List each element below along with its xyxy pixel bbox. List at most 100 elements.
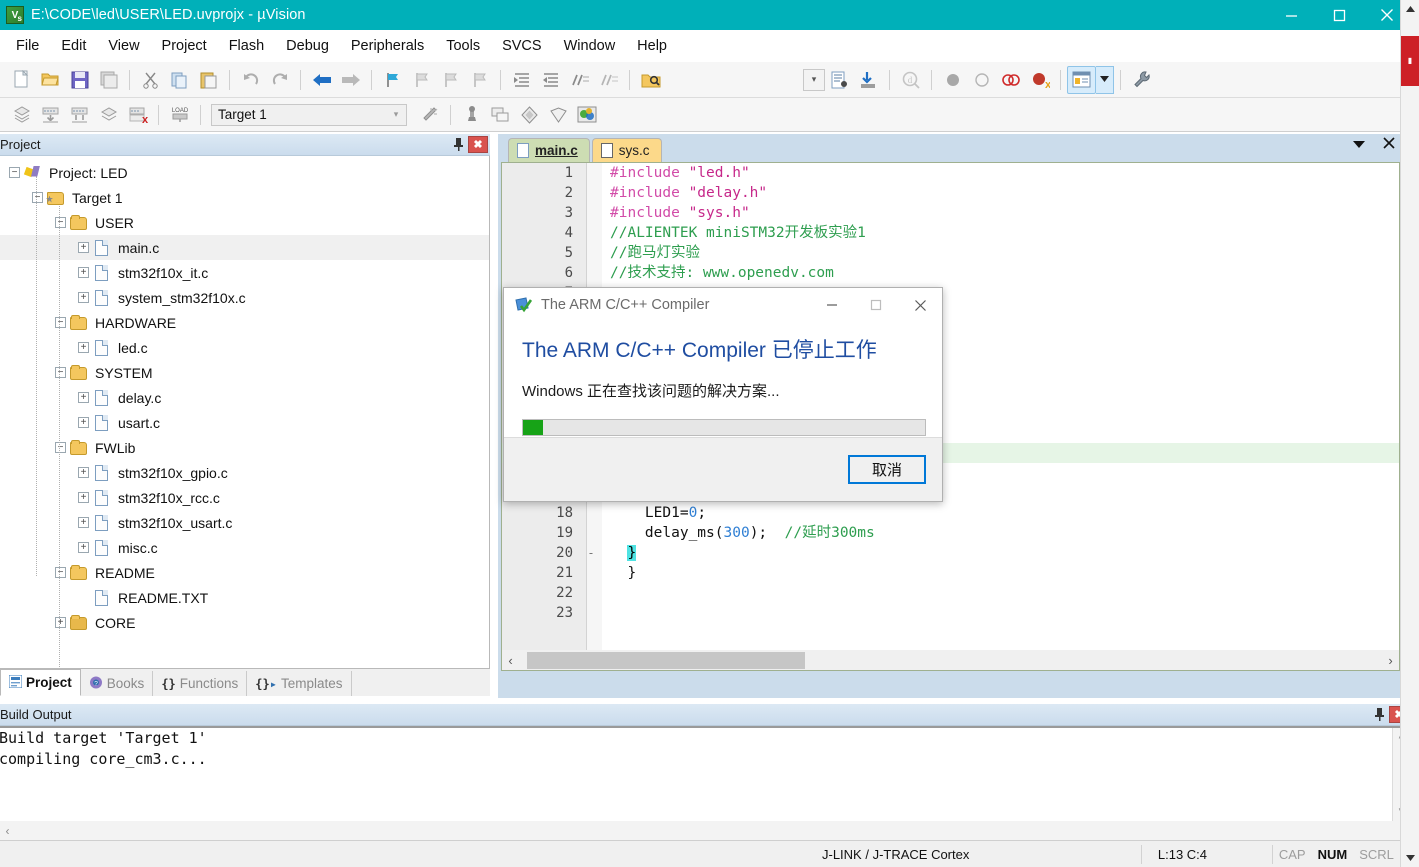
menu-peripherals[interactable]: Peripherals — [340, 34, 435, 58]
scroll-thumb[interactable]: ▮ — [1401, 36, 1419, 86]
translate-icon[interactable] — [7, 101, 36, 129]
build-output-horizontal-scrollbar[interactable]: ‹ › — [0, 821, 1411, 840]
bookmark-prev-icon[interactable] — [407, 66, 436, 94]
editor-close-icon[interactable] — [1381, 137, 1397, 152]
tree-row-file-usart-c[interactable]: + usart.c — [0, 410, 489, 435]
tab-list-dropdown-icon[interactable] — [1351, 137, 1367, 152]
menu-window[interactable]: Window — [553, 34, 627, 58]
cut-icon[interactable] — [136, 66, 165, 94]
scroll-track[interactable] — [519, 651, 1382, 670]
tab-books[interactable]: ? Books — [81, 671, 154, 696]
project-panel-close-button[interactable]: ✖ — [468, 136, 488, 153]
options-for-target-icon[interactable] — [457, 101, 486, 129]
scroll-left-icon[interactable]: ‹ — [0, 824, 16, 838]
expander-icon[interactable]: + — [78, 342, 89, 353]
breakpoint-set-icon[interactable] — [938, 66, 967, 94]
expander-icon[interactable]: − — [55, 567, 66, 578]
menu-flash[interactable]: Flash — [218, 34, 275, 58]
editor-tab-sys-c[interactable]: sys.c — [591, 138, 662, 162]
open-file-icon[interactable] — [36, 66, 65, 94]
tree-row-group-user[interactable]: − USER — [0, 210, 489, 235]
new-file-icon[interactable] — [7, 66, 36, 94]
tree-row-file-led-c[interactable]: + led.c — [0, 335, 489, 360]
download-icon[interactable] — [854, 66, 883, 94]
expander-icon[interactable]: − — [32, 192, 43, 203]
editor-tab-main-c[interactable]: main.c — [508, 138, 590, 162]
tree-row-group-fwlib[interactable]: − FWLib — [0, 435, 489, 460]
fold-marker[interactable]: - — [580, 543, 602, 563]
tab-functions[interactable]: {} Functions — [153, 671, 248, 696]
expander-icon[interactable]: − — [55, 317, 66, 328]
manage-project-items-icon[interactable] — [486, 101, 515, 129]
tree-row-group-readme[interactable]: − README — [0, 560, 489, 585]
rebuild-icon[interactable] — [65, 101, 94, 129]
menu-view[interactable]: View — [97, 34, 150, 58]
tab-project[interactable]: Project — [0, 669, 81, 696]
tree-row-target[interactable]: − Target 1 — [0, 185, 489, 210]
expander-icon[interactable]: + — [78, 467, 89, 478]
tree-row-file-misc-c[interactable]: + misc.c — [0, 535, 489, 560]
menu-edit[interactable]: Edit — [50, 34, 97, 58]
scroll-up-icon[interactable] — [1401, 0, 1419, 18]
multi-project-icon[interactable] — [573, 101, 602, 129]
expander-icon[interactable]: + — [78, 267, 89, 278]
download-load-icon[interactable]: LOAD — [165, 101, 194, 129]
project-tree[interactable]: − Project: LED − Target 1 − USER + main.… — [0, 156, 490, 668]
expander-icon[interactable]: + — [78, 517, 89, 528]
tree-row-file-stm32f10x-it-c[interactable]: + stm32f10x_it.c — [0, 260, 489, 285]
menu-debug[interactable]: Debug — [275, 34, 340, 58]
tree-row-project[interactable]: − Project: LED — [0, 160, 489, 185]
save-icon[interactable] — [65, 66, 94, 94]
navigate-back-icon[interactable] — [307, 66, 336, 94]
toolbar-dropdown-icon[interactable]: ▾ — [803, 68, 825, 91]
debug-start-icon[interactable]: d — [896, 66, 925, 94]
pin-icon[interactable] — [1369, 706, 1389, 724]
navigate-forward-icon[interactable] — [336, 66, 365, 94]
paste-icon[interactable] — [194, 66, 223, 94]
expander-icon[interactable]: − — [55, 367, 66, 378]
menu-file[interactable]: File — [5, 34, 50, 58]
menu-tools[interactable]: Tools — [435, 34, 491, 58]
expander-icon[interactable]: − — [9, 167, 20, 178]
expander-icon[interactable]: − — [55, 442, 66, 453]
menu-svcs[interactable]: SVCS — [491, 34, 553, 58]
bookmark-clear-icon[interactable] — [465, 66, 494, 94]
manage-windows-dropdown-icon[interactable] — [1096, 65, 1114, 94]
batch-build-icon[interactable] — [94, 101, 123, 129]
expander-icon[interactable]: + — [78, 417, 89, 428]
dialog-minimize-button[interactable] — [810, 288, 854, 322]
build-output-text[interactable]: Build target 'Target 1' compiling core_c… — [0, 726, 1411, 821]
stop-build-icon[interactable]: x — [123, 101, 152, 129]
dialog-close-button[interactable] — [898, 288, 942, 322]
tree-row-group-core[interactable]: + CORE — [0, 610, 489, 635]
copy-icon[interactable] — [165, 66, 194, 94]
expander-icon[interactable]: + — [78, 392, 89, 403]
outdent-icon[interactable] — [536, 66, 565, 94]
tree-row-file-delay-c[interactable]: + delay.c — [0, 385, 489, 410]
pack-installer-icon[interactable] — [544, 101, 573, 129]
tree-row-file-stm32f10x-rcc-c[interactable]: + stm32f10x_rcc.c — [0, 485, 489, 510]
manage-run-time-icon[interactable] — [515, 101, 544, 129]
scroll-thumb[interactable] — [527, 651, 805, 669]
build-icon[interactable] — [36, 101, 65, 129]
tree-row-file-main-c[interactable]: + main.c — [0, 235, 489, 260]
editor-horizontal-scrollbar[interactable]: ‹ › — [501, 650, 1400, 671]
comment-icon[interactable] — [565, 66, 594, 94]
redo-icon[interactable] — [265, 66, 294, 94]
tree-row-file-system-stm32f10x-c[interactable]: + system_stm32f10x.c — [0, 285, 489, 310]
maximize-button[interactable] — [1315, 0, 1363, 30]
scroll-left-icon[interactable]: ‹ — [502, 653, 519, 668]
scroll-down-icon[interactable] — [1401, 849, 1419, 867]
cancel-button[interactable]: 取消 — [848, 455, 926, 484]
expander-icon[interactable]: + — [78, 492, 89, 503]
compile-icon[interactable] — [825, 66, 854, 94]
target-options-wizard-icon[interactable] — [415, 101, 444, 129]
find-in-files-icon[interactable] — [636, 66, 665, 94]
undo-icon[interactable] — [236, 66, 265, 94]
expander-icon[interactable]: + — [78, 542, 89, 553]
target-selector[interactable]: Target 1 ▾ — [211, 103, 407, 126]
dialog-maximize-button[interactable] — [854, 288, 898, 322]
tree-row-group-system[interactable]: − SYSTEM — [0, 360, 489, 385]
manage-windows-icon[interactable] — [1067, 65, 1096, 94]
tree-row-group-hardware[interactable]: − HARDWARE — [0, 310, 489, 335]
